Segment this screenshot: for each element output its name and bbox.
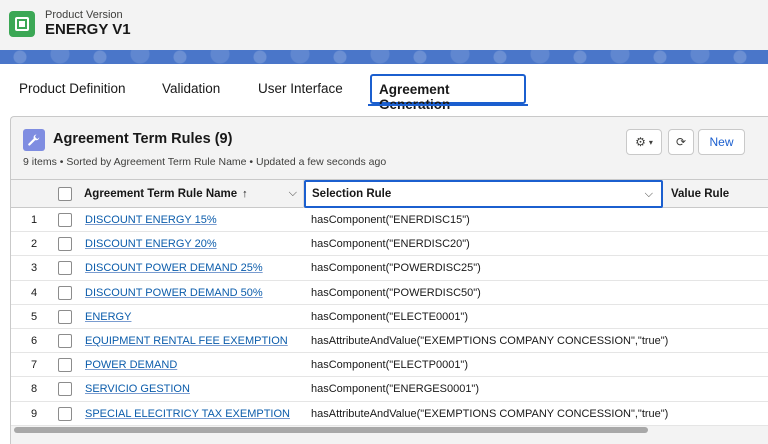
- row-number: 3: [30, 262, 38, 275]
- column-header-selection-rule[interactable]: Selection Rule ⌵: [304, 180, 663, 208]
- table-header: Agreement Term Rule Name ↑ ⌵ Selection R…: [11, 180, 768, 208]
- selection-rule-cell: hasAttributeAndValue("EXEMPTIONS COMPANY…: [311, 334, 669, 347]
- list-settings-button[interactable]: ⚙ ▾: [626, 129, 662, 155]
- list-summary: 9 items • Sorted by Agreement Term Rule …: [23, 156, 387, 168]
- tab-agreement-generation[interactable]: Agreement Generation: [370, 74, 526, 112]
- rule-name-link[interactable]: DISCOUNT ENERGY 20%: [85, 238, 217, 250]
- selection-rule-cell: hasComponent("ELECTP0001"): [311, 359, 469, 372]
- column-selection-label: Selection Rule: [312, 188, 392, 200]
- row-number: 7: [30, 359, 38, 372]
- selection-rule-cell: hasAttributeAndValue("EXEMPTIONS COMPANY…: [311, 407, 669, 420]
- selection-rule-cell: hasComponent("ENERDISC15"): [311, 214, 470, 226]
- selection-rule-cell: hasComponent("ENERGES0001"): [311, 383, 480, 396]
- rule-name-link[interactable]: ENERGY: [85, 311, 131, 323]
- rule-name-link[interactable]: DISCOUNT POWER DEMAND 25%: [85, 262, 263, 274]
- rules-table: Agreement Term Rule Name ↑ ⌵ Selection R…: [11, 179, 768, 426]
- card-title[interactable]: Agreement Term Rules (9): [53, 131, 232, 147]
- tab-user-interface[interactable]: User Interface: [258, 81, 343, 96]
- table-row: 5 ENERGY hasComponent("ELECTE0001"): [11, 304, 768, 329]
- rule-name-link[interactable]: EQUIPMENT RENTAL FEE EXEMPTION: [85, 335, 288, 347]
- table-row: 7 POWER DEMAND hasComponent("ELECTP0001"…: [11, 353, 768, 378]
- selection-rule-cell: hasComponent("POWERDISC50"): [311, 286, 481, 299]
- row-number: 2: [30, 238, 38, 251]
- gear-icon: ⚙: [635, 135, 646, 149]
- rule-name-link[interactable]: SERVICIO GESTION: [85, 383, 190, 395]
- column-header-value-rule[interactable]: Value Rule: [671, 180, 768, 208]
- column-header-name[interactable]: Agreement Term Rule Name ↑ ⌵: [84, 180, 304, 208]
- row-number: 1: [30, 214, 38, 226]
- record-title: ENERGY V1: [45, 21, 131, 38]
- row-checkbox[interactable]: [58, 333, 72, 348]
- selection-rule-cell: hasComponent("ELECTE0001"): [311, 310, 469, 323]
- row-checkbox[interactable]: [58, 382, 72, 397]
- chip-icon: [9, 11, 35, 37]
- tab-validation[interactable]: Validation: [162, 81, 220, 96]
- related-list-card: Agreement Term Rules (9) 9 items • Sorte…: [10, 116, 768, 444]
- refresh-button[interactable]: ⟳: [668, 129, 694, 155]
- rule-name-link[interactable]: SPECIAL ELECITRICY TAX EXEMPTION: [85, 408, 290, 420]
- row-checkbox[interactable]: [58, 406, 72, 421]
- decorative-band: [0, 50, 768, 64]
- wrench-icon: [23, 129, 45, 151]
- column-name-label: Agreement Term Rule Name: [84, 188, 238, 200]
- rule-name-link[interactable]: POWER DEMAND: [85, 359, 177, 371]
- row-checkbox[interactable]: [58, 261, 72, 276]
- row-number: 4: [30, 286, 38, 299]
- row-checkbox[interactable]: [58, 285, 72, 300]
- table-row: 1 DISCOUNT ENERGY 15% hasComponent("ENER…: [11, 208, 768, 233]
- selection-rule-cell: hasComponent("ENERDISC20"): [311, 238, 470, 251]
- tab-product-definition[interactable]: Product Definition: [19, 81, 126, 96]
- row-number: 6: [30, 334, 38, 347]
- rule-name-link[interactable]: DISCOUNT ENERGY 15%: [85, 214, 217, 226]
- chevron-down-icon: ▾: [648, 137, 653, 147]
- row-number: 9: [30, 407, 38, 420]
- active-tab-indicator: [368, 104, 528, 106]
- refresh-icon: ⟳: [675, 135, 687, 149]
- object-label: Product Version: [45, 9, 123, 21]
- table-row: 6 EQUIPMENT RENTAL FEE EXEMPTION hasAttr…: [11, 328, 768, 354]
- table-row: 4 DISCOUNT POWER DEMAND 50% hasComponent…: [11, 280, 768, 305]
- row-number: 8: [30, 383, 38, 396]
- chevron-down-icon[interactable]: ⌵: [645, 188, 653, 201]
- record-header: Product Version ENERGY V1: [0, 0, 768, 50]
- row-checkbox[interactable]: [58, 213, 72, 227]
- table-row: 2 DISCOUNT ENERGY 20% hasComponent("ENER…: [11, 232, 768, 257]
- table-row: 8 SERVICIO GESTION hasComponent("ENERGES…: [11, 377, 768, 402]
- table-row: 3 DISCOUNT POWER DEMAND 25% hasComponent…: [11, 256, 768, 281]
- tab-agreement-generation-label: Agreement Generation: [379, 82, 451, 112]
- row-checkbox[interactable]: [58, 309, 72, 324]
- table-row: 9 SPECIAL ELECITRICY TAX EXEMPTION hasAt…: [11, 401, 768, 426]
- row-number: 5: [30, 310, 38, 323]
- rule-name-link[interactable]: DISCOUNT POWER DEMAND 50%: [85, 287, 263, 299]
- row-checkbox[interactable]: [58, 358, 72, 373]
- horizontal-scrollbar[interactable]: [14, 427, 648, 433]
- row-checkbox[interactable]: [58, 237, 72, 252]
- sort-arrow-icon: ↑: [242, 188, 248, 200]
- selection-rule-cell: hasComponent("POWERDISC25"): [311, 262, 481, 275]
- select-all-checkbox[interactable]: [58, 187, 72, 201]
- tab-bar: Product Definition Validation User Inter…: [0, 64, 768, 112]
- new-button[interactable]: New: [698, 129, 745, 155]
- chevron-down-icon[interactable]: ⌵: [289, 187, 297, 200]
